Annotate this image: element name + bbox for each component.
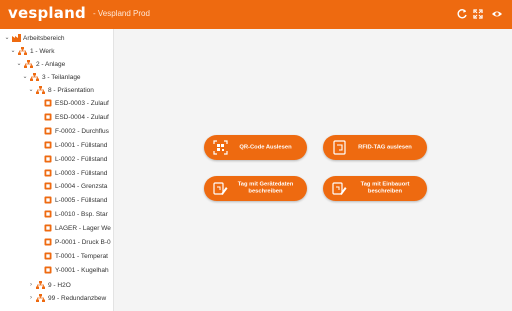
tree-leaf-label: F-0002 - Durchflus bbox=[55, 127, 109, 135]
chevron-down-icon[interactable]: ⌄ bbox=[28, 87, 34, 93]
button-label: Tag mit Gerätedaten beschreiben bbox=[237, 181, 294, 195]
chevron-right-icon[interactable]: › bbox=[28, 282, 34, 288]
tree-leaf-label: L-0001 - Füllstand bbox=[55, 141, 108, 149]
tree-leaf-label: Y-0001 - Kugelhah bbox=[55, 266, 109, 274]
tree-node-label: Arbeitsbereich bbox=[23, 35, 65, 42]
hierarchy-icon bbox=[36, 294, 45, 302]
tree-leaf-label: L-0004 - Grenzsta bbox=[55, 183, 108, 191]
button-label: RFID-TAG auslesen bbox=[358, 143, 412, 150]
tree-leaf-label: L-0003 - Füllstand bbox=[55, 169, 108, 177]
tree-leaf-label: L-0005 - Füllstand bbox=[55, 197, 108, 205]
expand-icon[interactable] bbox=[472, 8, 484, 20]
qr-code-icon bbox=[213, 140, 228, 155]
tree-node-label: 99 - Redundanzbew bbox=[48, 295, 107, 302]
chevron-down-icon[interactable]: ⌄ bbox=[10, 48, 16, 54]
device-chip-icon bbox=[44, 224, 52, 232]
top-bar: vespland - Vespland Prod bbox=[0, 0, 512, 29]
device-chip-icon bbox=[44, 169, 52, 176]
device-chip-icon bbox=[44, 99, 52, 107]
tree-leaf-label: T-0001 - Temperat bbox=[55, 252, 108, 260]
device-chip-icon bbox=[44, 155, 52, 163]
chevron-right-icon[interactable]: › bbox=[28, 295, 34, 301]
device-chip-icon bbox=[44, 127, 52, 135]
eye-icon[interactable] bbox=[491, 8, 503, 20]
device-chip-icon bbox=[44, 266, 52, 274]
device-chip-icon bbox=[44, 252, 52, 260]
environment-label: - Vespland Prod bbox=[93, 9, 150, 18]
tree-node-label: 9 - H2O bbox=[48, 282, 71, 289]
rfid-tag-button[interactable]: RFID-TAG auslesen bbox=[323, 135, 427, 160]
device-chip-icon bbox=[44, 113, 52, 121]
hierarchy-icon bbox=[36, 281, 45, 289]
device-chip-icon bbox=[44, 196, 52, 204]
chevron-down-icon[interactable]: ⌄ bbox=[4, 35, 10, 41]
tree-leaf-label: ESD-0003 - Zulauf bbox=[55, 100, 109, 107]
tree-leaf-label: P-0001 - Druck B-0 bbox=[55, 239, 111, 246]
device-chip-icon bbox=[44, 182, 52, 190]
tree-leaf-label: L-0002 - Füllstand bbox=[55, 155, 108, 163]
tag-write-icon bbox=[332, 182, 347, 195]
button-label: Tag mit Einbauort beschreiben bbox=[360, 181, 410, 195]
tree-leaf-label: LAGER - Lager We bbox=[55, 225, 111, 233]
chevron-down-icon[interactable]: ⌄ bbox=[16, 61, 22, 67]
tree-leaf-label: ESD-0004 - Zulauf bbox=[55, 113, 109, 121]
button-label: QR-Code Auslesen bbox=[239, 143, 292, 150]
factory-icon bbox=[12, 34, 21, 42]
hierarchy-icon bbox=[30, 73, 39, 81]
device-chip-icon bbox=[44, 210, 52, 218]
tree-node-label: 3 - Teilanlage bbox=[42, 74, 81, 81]
app-logo: vespland bbox=[8, 4, 86, 22]
tag-write-icon bbox=[213, 182, 228, 195]
tree-node-label: 1 - Werk bbox=[30, 48, 55, 55]
tree-node-label: 2 - Anlage bbox=[36, 61, 66, 68]
hierarchy-icon bbox=[18, 47, 27, 55]
chevron-down-icon[interactable]: ⌄ bbox=[22, 74, 28, 80]
tree-leaf-label: L-0010 - Bsp. Star bbox=[55, 211, 108, 219]
hierarchy-icon bbox=[24, 60, 33, 68]
write-location-tag-button[interactable]: Tag mit Einbauort beschreiben bbox=[323, 176, 427, 201]
tree-node-label: 8 - Präsentation bbox=[48, 87, 94, 94]
write-device-tag-button[interactable]: Tag mit Gerätedaten beschreiben bbox=[204, 176, 307, 201]
main-content: QR-Code Auslesen RFID-TAG auslesen Tag m… bbox=[115, 29, 512, 311]
rfid-tag-icon bbox=[333, 140, 346, 155]
qr-code-button[interactable]: QR-Code Auslesen bbox=[204, 135, 307, 160]
refresh-icon[interactable] bbox=[456, 8, 468, 20]
device-chip-icon bbox=[44, 141, 52, 149]
device-chip-icon bbox=[44, 238, 52, 246]
hierarchy-icon bbox=[36, 86, 45, 94]
tree-sidebar: ⌄ Arbeitsbereich ⌄ 1 - Werk ⌄ 2 - Anlage… bbox=[0, 29, 114, 311]
